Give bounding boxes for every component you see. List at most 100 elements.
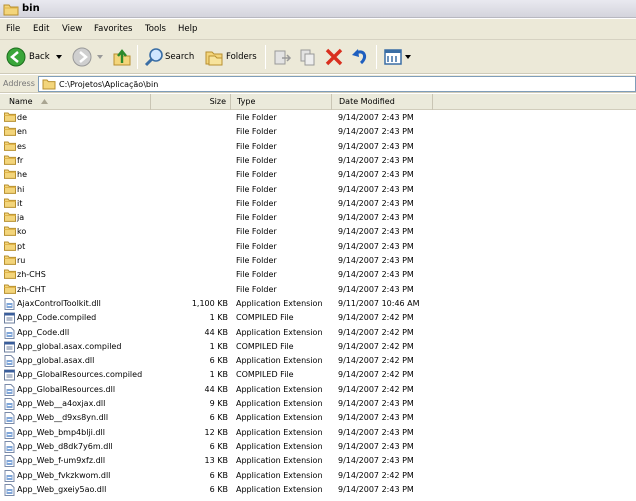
file-date-modified: 9/14/2007 2:43 PM <box>338 227 414 237</box>
file-name: App_GlobalResources.compiled <box>17 370 143 380</box>
file-row[interactable]: zh-CHT File Folder 9/14/2007 2:43 PM <box>0 283 636 297</box>
file-row[interactable]: ko File Folder 9/14/2007 2:43 PM <box>0 225 636 239</box>
file-row[interactable]: it File Folder 9/14/2007 2:43 PM <box>0 197 636 211</box>
file-row[interactable]: App_Web_d8dk7y6m.dll 6 KB Application Exte… <box>0 440 636 454</box>
column-header-type[interactable]: Type <box>231 94 332 110</box>
column-header-date[interactable]: Date Modified <box>332 94 433 110</box>
file-row[interactable]: App_global.asax.compiled 1 KB COMPILED Fil… <box>0 340 636 354</box>
menu-favorites[interactable]: Favorites <box>94 24 132 34</box>
column-header-size[interactable]: Size <box>151 94 231 110</box>
file-type: COMPILED File <box>236 341 294 351</box>
menu-help[interactable]: Help <box>178 24 197 34</box>
dll-file-icon <box>4 326 15 341</box>
file-size: 44 KB <box>204 327 228 337</box>
file-type: File Folder <box>236 256 277 265</box>
file-row[interactable]: he File Folder 9/14/2007 2:43 PM <box>0 168 636 182</box>
file-row[interactable]: de File Folder 9/14/2007 2:43 PM <box>0 111 636 125</box>
file-row[interactable]: App_GlobalResources.dll 44 KB Application … <box>0 383 636 397</box>
menu-edit[interactable]: Edit <box>33 24 49 34</box>
file-size: 1 KB <box>209 370 228 380</box>
file-size: 1,100 KB <box>191 298 228 308</box>
file-name: App_GlobalResources.dll <box>17 384 116 394</box>
file-row[interactable]: fr File Folder 9/14/2007 2:43 PM <box>0 154 636 168</box>
column-headers: Name Size Type Date Modified <box>0 94 636 110</box>
chevron-down-icon[interactable] <box>405 55 411 59</box>
file-row[interactable]: AjaxControlToolkit.dll 1,100 KB Applicatio… <box>0 297 636 311</box>
file-date-modified: 9/14/2007 2:43 PM <box>338 284 414 294</box>
search-button[interactable]: Search <box>142 40 200 74</box>
dll-file-icon <box>4 455 15 469</box>
file-row[interactable]: es File Folder 9/14/2007 2:43 PM <box>0 140 636 154</box>
file-type: File Folder <box>236 213 277 223</box>
folder-icon <box>4 169 16 181</box>
file-date-modified: 9/14/2007 2:43 PM <box>338 113 414 122</box>
title-bar[interactable]: bin <box>0 0 636 18</box>
dll-file-icon <box>4 383 15 398</box>
file-row[interactable]: App_Web_f-um9xfz.dll 13 KB Application Ext… <box>0 454 636 468</box>
move-to-button[interactable] <box>270 40 294 74</box>
views-icon <box>384 49 402 65</box>
file-size: 44 KB <box>204 384 228 394</box>
file-type: Application Extension <box>236 456 323 466</box>
column-header-size-label: Size <box>209 97 226 106</box>
copy-to-icon <box>300 49 315 66</box>
dll-file-icon <box>4 469 15 484</box>
folder-icon <box>4 184 16 196</box>
chevron-down-icon[interactable] <box>97 55 103 59</box>
dll-file-icon <box>4 483 15 498</box>
search-icon <box>144 48 163 67</box>
file-name: zh-CHS <box>17 270 46 280</box>
file-type: File Folder <box>236 113 277 122</box>
back-arrow-icon <box>6 47 26 67</box>
undo-button[interactable] <box>348 40 372 74</box>
file-type: Application Extension <box>236 356 323 366</box>
copy-to-button[interactable] <box>296 40 320 74</box>
file-row[interactable]: App_Code.compiled 1 KB COMPILED File 9/14/2… <box>0 311 636 325</box>
file-row[interactable]: ja File Folder 9/14/2007 2:43 PM <box>0 211 636 225</box>
chevron-down-icon[interactable] <box>56 55 62 59</box>
back-button[interactable]: Back <box>4 40 66 74</box>
folder-icon <box>4 284 16 296</box>
file-row[interactable]: App_global.asax.dll 6 KB Application Exten… <box>0 354 636 368</box>
file-row[interactable]: App_Web__d9xs8yn.dll 6 KB Application Exte… <box>0 411 636 425</box>
file-name: App_Web_bmp4blji.dll <box>17 427 105 437</box>
menu-file[interactable]: File <box>6 24 20 34</box>
file-date-modified: 9/14/2007 2:42 PM <box>338 370 414 380</box>
forward-button[interactable] <box>70 40 106 74</box>
file-name: he <box>17 170 27 180</box>
file-row[interactable]: hi File Folder 9/14/2007 2:43 PM <box>0 183 636 197</box>
move-to-icon <box>274 50 292 65</box>
file-row[interactable]: App_Web_gxeiy5ao.dll 6 KB Application Exte… <box>0 483 636 497</box>
folder-icon <box>42 79 56 90</box>
file-row[interactable]: App_Code.dll 44 KB Application Extension 9/… <box>0 326 636 340</box>
file-date-modified: 9/14/2007 2:42 PM <box>338 356 414 366</box>
folders-button[interactable]: Folders <box>202 40 262 74</box>
file-date-modified: 9/14/2007 2:42 PM <box>338 470 414 480</box>
up-folder-icon <box>113 49 131 66</box>
file-row[interactable]: App_Web_bmp4blji.dll 12 KB Application Ext… <box>0 426 636 440</box>
menu-tools[interactable]: Tools <box>145 24 166 34</box>
file-date-modified: 9/14/2007 2:43 PM <box>338 198 414 208</box>
column-header-name[interactable]: Name <box>0 94 151 110</box>
folder-icon <box>3 4 19 16</box>
file-row[interactable]: ru File Folder 9/14/2007 2:43 PM <box>0 254 636 268</box>
menu-view[interactable]: View <box>62 24 82 34</box>
file-row[interactable]: zh-CHS File Folder 9/14/2007 2:43 PM <box>0 268 636 282</box>
address-input[interactable]: C:\Projetos\Aplicação\bin <box>38 76 636 92</box>
file-type: COMPILED File <box>236 313 294 323</box>
file-row[interactable]: pt File Folder 9/14/2007 2:43 PM <box>0 240 636 254</box>
address-label: Address <box>3 79 35 88</box>
file-name: es <box>17 141 27 151</box>
file-name: ja <box>17 213 25 223</box>
file-date-modified: 9/14/2007 2:43 PM <box>338 256 414 265</box>
file-row[interactable]: App_Web_fvkzkwom.dll 6 KB Application Exte… <box>0 469 636 483</box>
file-row[interactable]: en File Folder 9/14/2007 2:43 PM <box>0 125 636 139</box>
up-folder-button[interactable] <box>110 40 134 74</box>
file-row[interactable]: App_GlobalResources.compiled 1 KB COMPILED… <box>0 368 636 382</box>
file-size: 9 KB <box>209 399 228 408</box>
file-type: File Folder <box>236 284 277 294</box>
delete-button[interactable] <box>322 40 346 74</box>
file-row[interactable]: App_Web__a4oxjax.dll 9 KB Application Exte… <box>0 397 636 411</box>
file-date-modified: 9/14/2007 2:43 PM <box>338 441 414 451</box>
views-button[interactable] <box>381 40 413 74</box>
